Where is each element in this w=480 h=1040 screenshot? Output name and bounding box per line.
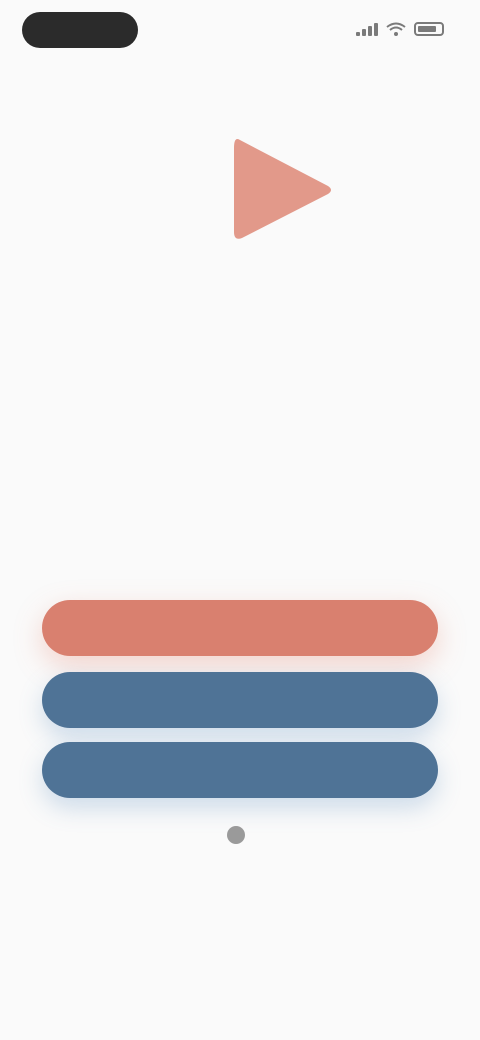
secondary-button-1[interactable] <box>42 672 438 728</box>
secondary-button-2[interactable] <box>42 742 438 798</box>
status-bar <box>0 0 480 60</box>
status-icons <box>356 22 444 36</box>
splash-screen <box>0 0 480 1040</box>
status-time-pill <box>22 12 138 48</box>
primary-button[interactable] <box>42 600 438 656</box>
app-logo <box>90 120 350 380</box>
footer-link[interactable] <box>0 826 480 844</box>
play-icon <box>234 139 331 239</box>
battery-icon <box>414 22 444 36</box>
info-icon <box>227 826 245 844</box>
signal-icon <box>356 22 378 36</box>
wifi-icon <box>386 22 406 36</box>
